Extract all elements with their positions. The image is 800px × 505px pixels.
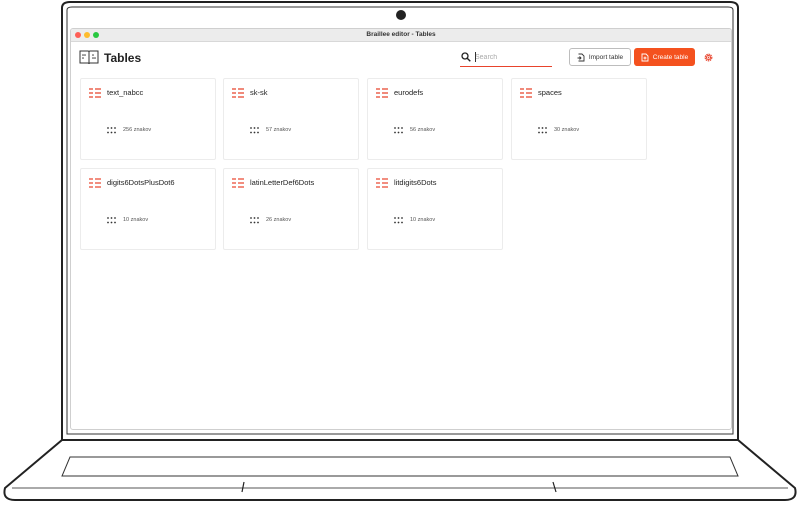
- table-lines-icon: [89, 88, 101, 98]
- search-icon: [461, 52, 471, 62]
- table-name: sk-sk: [250, 88, 268, 97]
- braille-dots-icon: [250, 127, 259, 134]
- table-lines-icon: [232, 178, 244, 188]
- table-lines-icon: [520, 88, 532, 98]
- table-lines-icon: [232, 88, 244, 98]
- braille-dots-icon: [538, 127, 547, 134]
- create-table-label: Create table: [652, 53, 689, 61]
- gear-icon[interactable]: [703, 52, 714, 63]
- table-char-count: 56 znakov: [410, 127, 436, 133]
- table-lines-icon: [89, 178, 101, 188]
- table-char-count: 256 znakov: [123, 127, 152, 133]
- table-char-count: 30 znakov: [554, 127, 580, 133]
- app-window: Braillee editor - Tables Tables Import t…: [70, 28, 732, 430]
- table-card[interactable]: eurodefs 56 znakov: [367, 78, 503, 160]
- table-card[interactable]: latinLetterDef6Dots 26 znakov: [223, 168, 359, 250]
- braille-dots-icon: [394, 217, 403, 224]
- table-name: digits6DotsPlusDot6: [107, 178, 175, 187]
- braille-dots-icon: [107, 127, 116, 134]
- table-card[interactable]: sk-sk 57 znakov: [223, 78, 359, 160]
- table-card[interactable]: digits6DotsPlusDot6 10 znakov: [80, 168, 216, 250]
- table-char-count: 26 znakov: [266, 217, 292, 223]
- file-import-icon: [577, 53, 585, 61]
- text-cursor: [475, 52, 476, 62]
- import-table-button[interactable]: Import table: [569, 48, 631, 66]
- braille-dots-icon: [394, 127, 403, 134]
- table-lines-icon: [376, 88, 388, 98]
- search-input[interactable]: [475, 51, 549, 63]
- table-char-count: 10 znakov: [410, 217, 436, 223]
- table-card[interactable]: spaces 30 znakov: [511, 78, 647, 160]
- toolbar: Tables Import table Create table: [71, 41, 731, 77]
- search-box[interactable]: [460, 49, 552, 67]
- table-char-count: 57 znakov: [266, 127, 292, 133]
- book-icon: [79, 50, 99, 65]
- camera: [396, 10, 406, 20]
- braille-dots-icon: [107, 217, 116, 224]
- table-name: litdigits6Dots: [394, 178, 437, 187]
- import-table-label: Import table: [588, 53, 624, 61]
- table-char-count: 10 znakov: [123, 217, 149, 223]
- table-name: text_nabcc: [107, 88, 144, 97]
- braille-dots-icon: [250, 217, 259, 224]
- table-name: eurodefs: [394, 88, 424, 97]
- page-title: Tables: [104, 51, 142, 65]
- window-title: Braillee editor - Tables: [366, 31, 436, 38]
- create-table-button[interactable]: Create table: [634, 48, 695, 66]
- file-add-icon: [641, 53, 649, 61]
- table-name: latinLetterDef6Dots: [250, 178, 315, 187]
- table-card[interactable]: litdigits6Dots 10 znakov: [367, 168, 503, 250]
- table-card[interactable]: text_nabcc 256 znakov: [80, 78, 216, 160]
- table-name: spaces: [538, 88, 562, 97]
- table-lines-icon: [376, 178, 388, 188]
